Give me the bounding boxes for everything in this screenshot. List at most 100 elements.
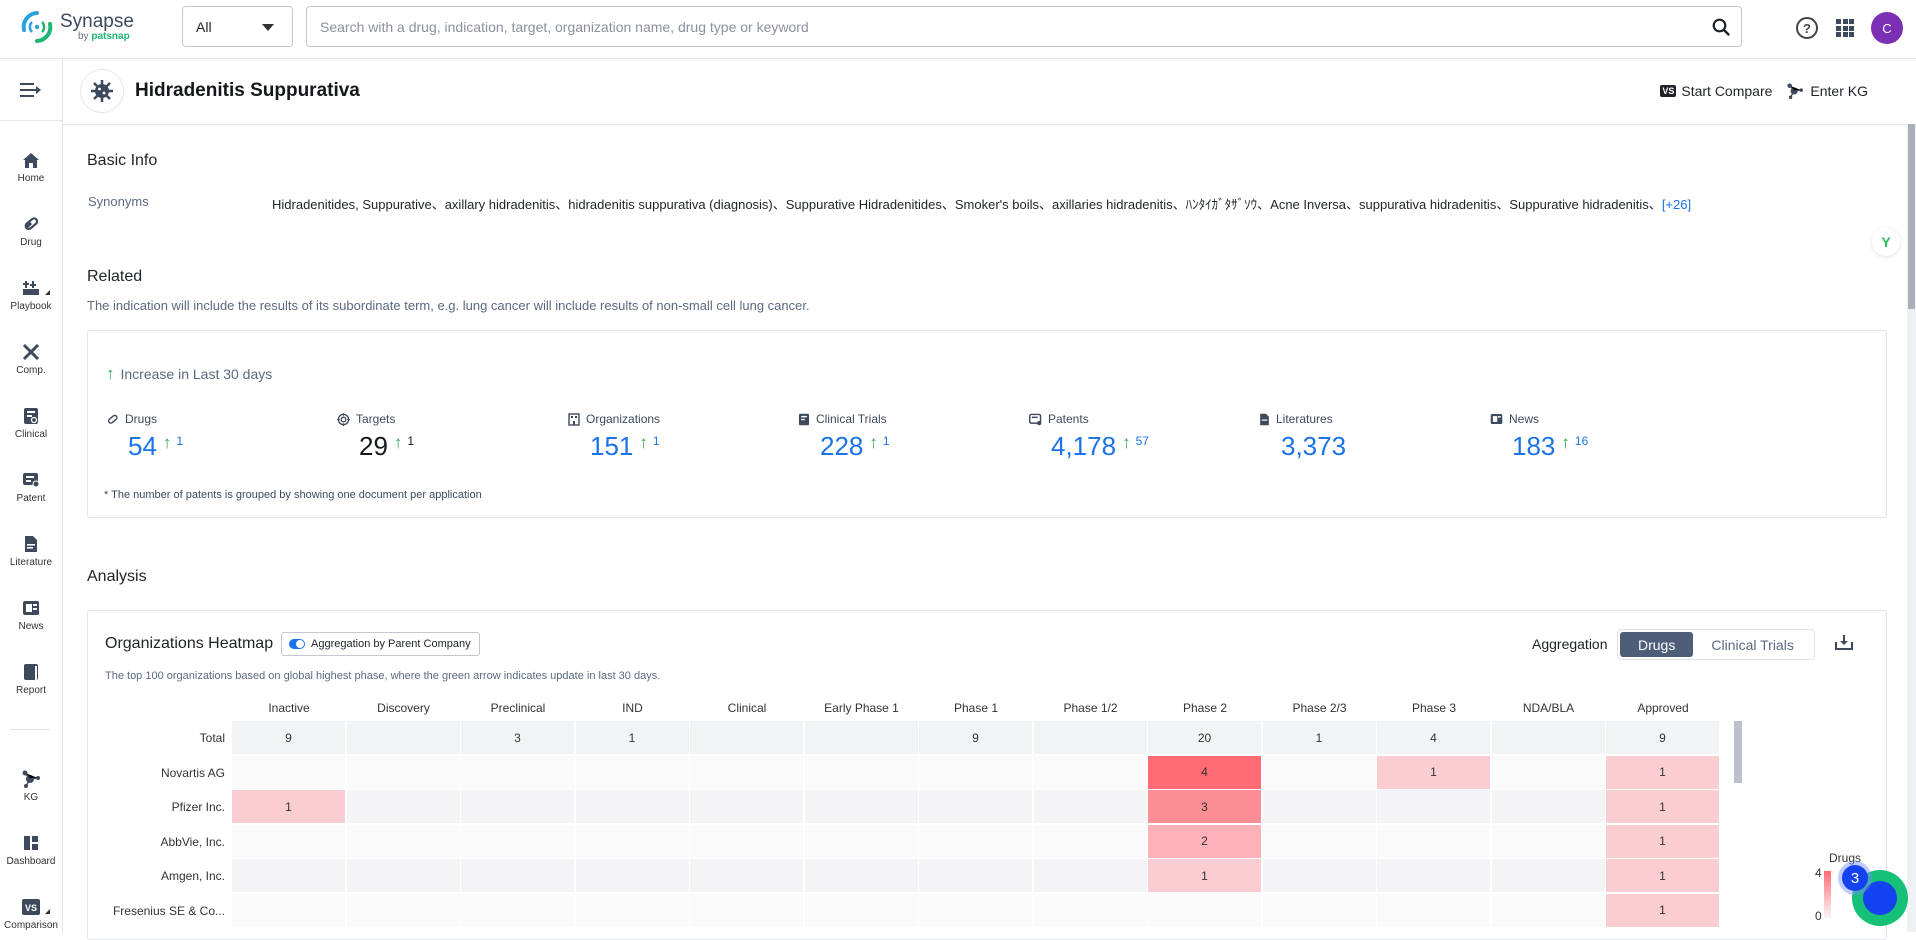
sidebar-item-news[interactable]: News [0, 598, 62, 632]
heatmap-column-header: IND [622, 701, 643, 715]
heatmap-total-cell [690, 721, 803, 754]
organizations-heatmap-card: Organizations Heatmap Aggregation by Par… [87, 610, 1887, 940]
heatmap-cell[interactable]: 1 [232, 790, 345, 823]
heatmap-cell[interactable]: 1 [1606, 824, 1719, 858]
submenu-indicator-icon [45, 290, 50, 295]
heatmap-cell [346, 893, 460, 927]
sidebar-item-home[interactable]: Home [0, 150, 62, 184]
aggregation-option-clinical-trials[interactable]: Clinical Trials [1693, 632, 1811, 657]
sidebar-item-drug[interactable]: Drug [0, 214, 62, 248]
stat-news[interactable]: News 183 ↑ 16 [1490, 412, 1588, 462]
heatmap-total-cell[interactable]: 1 [1262, 721, 1376, 754]
sidebar-item-kg[interactable]: KG [0, 769, 62, 803]
sidebar-item-clinical[interactable]: Clinical [0, 406, 62, 440]
aggregation-parent-toggle[interactable]: Aggregation by Parent Company [281, 632, 480, 656]
enter-kg-button[interactable]: Enter KG [1786, 83, 1868, 99]
heatmap-cell[interactable]: 4 [1148, 755, 1261, 789]
heatmap-cell [232, 893, 345, 927]
sidebar-item-label: Home [17, 173, 45, 184]
aggregation-label: Aggregation [1532, 636, 1608, 652]
stat-drugs[interactable]: Drugs 54 ↑ 1 [106, 412, 183, 462]
heatmap-total-cell[interactable]: 1 [575, 721, 689, 754]
heatmap-total-cell[interactable]: 9 [1606, 721, 1719, 754]
start-compare-button[interactable]: VS Start Compare [1660, 83, 1772, 99]
synonyms-more-link[interactable]: [+26] [1662, 197, 1691, 212]
heatmap-total-cell[interactable]: 4 [1377, 721, 1490, 754]
related-stats-card: ↑ Increase in Last 30 days Drugs 54 ↑ 1 Tar… [87, 330, 1887, 518]
heatmap-total-cell[interactable]: 9 [919, 721, 1032, 754]
heatmap-cell[interactable]: 1 [1606, 859, 1719, 892]
search-type-select[interactable]: All [182, 6, 293, 47]
legend-gradient-bar[interactable] [1824, 871, 1831, 918]
sidebar-item-label: Drug [20, 237, 42, 248]
stat-organizations[interactable]: Organizations 151 ↑ 1 [568, 412, 660, 462]
legend-min: 0 [1815, 909, 1822, 923]
heatmap-cell[interactable]: 1 [1377, 755, 1490, 789]
pill-icon [106, 413, 119, 426]
heatmap-cell [1033, 824, 1147, 858]
stat-value[interactable]: 4,178 [1051, 431, 1116, 462]
aggregation-option-drugs[interactable]: Drugs [1620, 632, 1694, 657]
heatmap-cell[interactable]: 2 [1148, 824, 1261, 858]
stat-value[interactable]: 228 [820, 431, 863, 462]
heatmap-row-label: Total [199, 731, 225, 745]
heatmap-row-label: Novartis AG [160, 765, 225, 780]
enter-kg-label: Enter KG [1810, 83, 1868, 99]
heatmap-column-header: Clinical [727, 701, 767, 715]
page-scrollbar[interactable] [1907, 124, 1916, 932]
heatmap-column-header: Preclinical [490, 701, 546, 715]
stat-patents[interactable]: Patents 4,178 ↑ 57 [1029, 412, 1149, 462]
stat-value[interactable]: 3,373 [1281, 431, 1346, 462]
stat-value[interactable]: 151 [590, 431, 633, 462]
sidebar-item-patent[interactable]: Patent [0, 470, 62, 504]
toggle-label: Aggregation by Parent Company [311, 638, 471, 650]
download-icon[interactable] [1835, 634, 1853, 655]
toggle-switch-icon [289, 639, 305, 649]
sidebar-item-dashboard[interactable]: Dashboard [0, 833, 62, 867]
heatmap-cell [1262, 893, 1376, 927]
heatmap-cell[interactable]: 3 [1148, 790, 1261, 823]
vy-assistant-icon[interactable]: Y [1872, 228, 1900, 256]
help-icon[interactable]: ? [1796, 17, 1818, 39]
user-avatar[interactable]: C [1871, 12, 1903, 44]
stat-value[interactable]: 54 [128, 431, 157, 462]
stat-label: Drugs [125, 412, 158, 426]
heatmap-total-cell[interactable]: 9 [232, 721, 345, 754]
heatmap-cell [804, 790, 918, 823]
heatmap-cell [1033, 790, 1147, 823]
heatmap-total-cell[interactable]: 20 [1148, 721, 1261, 754]
heatmap-cell[interactable]: 1 [1148, 859, 1261, 892]
heatmap-scrollbar[interactable] [1734, 721, 1742, 783]
up-arrow-icon: ↑ [393, 433, 403, 452]
sidebar-item-report[interactable]: Report [0, 662, 62, 696]
heatmap-cell[interactable]: 1 [1606, 790, 1719, 823]
sidebar-item-playbook[interactable]: Playbook [0, 278, 62, 312]
stat-value[interactable]: 183 [1512, 431, 1555, 462]
sidebar-item-label: Comp. [16, 365, 46, 376]
heatmap-total-cell[interactable]: 3 [461, 721, 574, 754]
heatmap-cell [690, 755, 803, 789]
heatmap-cell [1262, 824, 1376, 858]
heatmap-cell[interactable]: 1 [1606, 755, 1719, 789]
sidebar-item-comp[interactable]: Comp. [0, 342, 62, 376]
search-icon[interactable] [1701, 18, 1741, 36]
stat-literatures[interactable]: Literatures 3,373 [1259, 412, 1346, 462]
heatmap-cell [919, 859, 1032, 892]
stat-targets[interactable]: Targets 29 ↑ 1 [337, 412, 414, 462]
patents-footnote: * The number of patents is grouped by sh… [104, 489, 482, 501]
page-scrollbar-thumb[interactable] [1908, 124, 1915, 309]
heatmap-cell [1262, 790, 1376, 823]
heatmap-cell [919, 893, 1032, 927]
notification-badge[interactable]: 3 [1842, 865, 1868, 891]
search-input[interactable] [307, 7, 1701, 46]
sidebar-item-comparison[interactable]: VS Comparison [0, 897, 62, 931]
stat-value[interactable]: 29 [359, 431, 388, 462]
sidebar-item-literature[interactable]: Literature [0, 534, 62, 568]
apps-grid-icon[interactable] [1836, 19, 1854, 37]
synapse-logo[interactable]: Synapse by patsnap [20, 10, 134, 44]
competition-swords-icon [21, 342, 41, 362]
sidebar-expand-button[interactable] [0, 59, 62, 121]
heatmap-cell [575, 893, 689, 927]
heatmap-cell[interactable]: 1 [1606, 893, 1719, 927]
stat-clinical-trials[interactable]: Clinical Trials 228 ↑ 1 [798, 412, 890, 462]
